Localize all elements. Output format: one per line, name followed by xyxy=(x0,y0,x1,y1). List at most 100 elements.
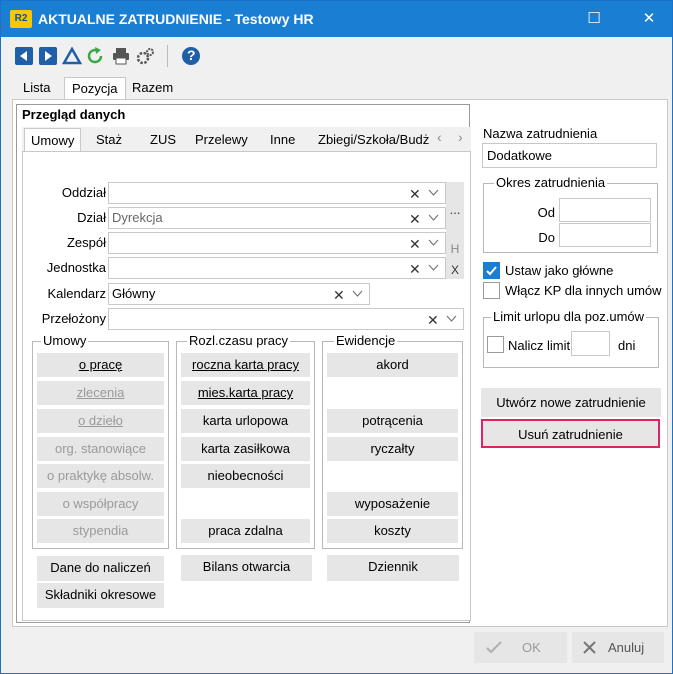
button-label: nieobecności xyxy=(207,468,284,483)
ok-button[interactable]: OK xyxy=(474,632,567,663)
ryczalty-button[interactable]: ryczałty xyxy=(327,437,458,461)
print-icon[interactable] xyxy=(111,46,131,66)
chevron-down-icon[interactable] xyxy=(428,212,439,223)
subtab-przelewy[interactable]: Przelewy xyxy=(189,128,254,151)
umowa-o-prace-button[interactable]: o pracę xyxy=(37,353,164,377)
button-label: koszty xyxy=(374,523,411,538)
usun-zatrudnienie-button[interactable]: Usuń zatrudnienie xyxy=(481,419,660,448)
skladniki-okresowe-button[interactable]: Składniki okresowe xyxy=(37,583,164,608)
subtab-zbiegi[interactable]: Zbiegi/Szkoła/Budż xyxy=(312,128,435,151)
kalendarz-combo[interactable]: Główny ✕ xyxy=(108,283,370,305)
potracenia-button[interactable]: potrącenia xyxy=(327,409,458,433)
dzial-combo[interactable]: Dyrekcja ✕ xyxy=(108,207,446,229)
arrow-right-icon[interactable] xyxy=(38,46,58,66)
triangle-icon[interactable] xyxy=(62,46,82,66)
ok-label: OK xyxy=(522,640,541,655)
od-date-input[interactable] xyxy=(559,198,651,222)
chevron-down-icon[interactable] xyxy=(428,262,439,273)
subtab-inne[interactable]: Inne xyxy=(264,128,301,151)
help-icon[interactable]: ? xyxy=(181,46,201,66)
karta-urlopowa-button[interactable]: karta urlopowa xyxy=(181,409,310,433)
button-label: zlecenia xyxy=(76,385,125,400)
dziennik-button[interactable]: Dziennik xyxy=(327,555,459,581)
close-button[interactable]: ✕ xyxy=(626,1,672,37)
tabs-scroll-right-icon[interactable]: › xyxy=(458,129,463,145)
ewidencje-group-title: Ewidencje xyxy=(334,333,398,348)
tab-pozycja[interactable]: Pozycja xyxy=(64,77,126,99)
ustaw-glowne-checkbox[interactable] xyxy=(483,262,500,279)
checkmark-icon xyxy=(486,266,497,276)
dane-do-naliczen-button[interactable]: Dane do naliczeń xyxy=(37,556,164,581)
button-label: ryczałty xyxy=(370,441,415,456)
nazwa-zatrudnienia-label: Nazwa zatrudnienia xyxy=(483,126,598,141)
anuluj-button[interactable]: Anuluj xyxy=(572,632,664,663)
clear-icon[interactable]: ✕ xyxy=(409,259,421,279)
window-title: AKTUALNE ZATRUDNIENIE - Testowy HR xyxy=(38,11,314,27)
limit-days-input[interactable] xyxy=(571,331,610,356)
rozl-group-title: Rozl.czasu pracy xyxy=(187,333,290,348)
bilans-otwarcia-button[interactable]: Bilans otwarcia xyxy=(181,555,312,581)
clear-icon[interactable]: ✕ xyxy=(409,184,421,204)
mies-karta-button[interactable]: mies.karta pracy xyxy=(181,381,310,405)
dzial-value: Dyrekcja xyxy=(112,210,163,225)
oddzial-combo[interactable]: ✕ xyxy=(108,182,446,204)
clear-icon[interactable]: ✕ xyxy=(427,310,439,330)
chevron-down-icon[interactable] xyxy=(428,187,439,198)
title-bar[interactable]: R2 AKTUALNE ZATRUDNIENIE - Testowy HR ☐ … xyxy=(1,1,672,37)
dialog-window: R2 AKTUALNE ZATRUDNIENIE - Testowy HR ☐ … xyxy=(0,0,673,674)
clear-icon[interactable]: ✕ xyxy=(409,209,421,229)
refresh-icon[interactable] xyxy=(85,46,105,66)
do-date-input[interactable] xyxy=(559,223,651,247)
nalicz-limit-checkbox[interactable] xyxy=(487,336,504,353)
karta-zasilkowa-button[interactable]: karta zasiłkowa xyxy=(181,437,310,461)
subtab-umowy[interactable]: Umowy xyxy=(24,128,82,151)
button-label: roczna karta pracy xyxy=(192,357,299,372)
subtab-zus[interactable]: ZUS xyxy=(144,128,182,151)
wlacz-kp-label: Włącz KP dla innych umów xyxy=(505,283,662,298)
chevron-down-icon[interactable] xyxy=(446,313,457,324)
tab-razem[interactable]: Razem xyxy=(125,77,180,99)
praca-zdalna-button[interactable]: praca zdalna xyxy=(181,519,310,543)
tabs-scroll-left-icon[interactable]: ‹ xyxy=(437,129,442,145)
jednostka-combo[interactable]: ✕ xyxy=(108,257,446,279)
limit-group-title: Limit urlopu dla poz.umów xyxy=(491,309,647,324)
umowa-org-stanowiace-button[interactable]: org. stanowiące xyxy=(37,437,164,461)
od-label: Od xyxy=(537,205,555,220)
arrow-left-icon[interactable] xyxy=(14,46,34,66)
umowa-o-dzielo-button[interactable]: o dzieło xyxy=(37,409,164,433)
button-label: mies.karta pracy xyxy=(197,385,294,400)
button-label: o dzieło xyxy=(78,413,123,428)
umowa-o-wspolprace-button[interactable]: o współpracy xyxy=(37,492,164,516)
oddzial-label: Oddział xyxy=(61,185,106,200)
chevron-down-icon[interactable] xyxy=(428,237,439,248)
koszty-button[interactable]: koszty xyxy=(327,519,458,543)
anuluj-label: Anuluj xyxy=(608,640,645,655)
wlacz-kp-checkbox[interactable] xyxy=(483,282,500,299)
stypendia-button[interactable]: stypendia xyxy=(37,519,164,543)
h-button[interactable]: H xyxy=(447,242,463,256)
umowa-o-praktyke-button[interactable]: o praktykę absolw. xyxy=(37,464,164,488)
clear-icon[interactable]: ✕ xyxy=(409,234,421,254)
subtab-staz[interactable]: Staż xyxy=(90,128,128,151)
more-button[interactable]: ... xyxy=(447,202,463,217)
x-button[interactable]: X xyxy=(447,263,463,277)
nieobecnosci-button[interactable]: nieobecności xyxy=(181,464,310,488)
chevron-down-icon[interactable] xyxy=(352,288,363,299)
tab-lista[interactable]: Lista xyxy=(16,77,57,99)
button-label: akord xyxy=(376,357,409,372)
akord-button[interactable]: akord xyxy=(327,353,458,377)
nazwa-zatrudnienia-input[interactable]: Dodatkowe xyxy=(482,143,657,168)
przelozony-combo[interactable]: ✕ xyxy=(108,308,464,330)
button-label: o praktykę absolw. xyxy=(47,468,154,483)
nalicz-limit-label: Nalicz limit xyxy=(508,338,571,353)
maximize-button[interactable]: ☐ xyxy=(571,1,617,37)
umowa-zlecenia-button[interactable]: zlecenia xyxy=(37,381,164,405)
zespol-combo[interactable]: ✕ xyxy=(108,232,446,254)
clear-icon[interactable]: ✕ xyxy=(333,285,345,305)
wyposazenie-button[interactable]: wyposażenie xyxy=(327,492,458,516)
settings-icon[interactable] xyxy=(135,46,155,66)
kalendarz-label: Kalendarz xyxy=(47,286,106,301)
utworz-zatrudnienie-button[interactable]: Utwórz nowe zatrudnienie xyxy=(481,388,661,417)
button-label: org. stanowiące xyxy=(54,441,147,456)
roczna-karta-button[interactable]: roczna karta pracy xyxy=(181,353,310,377)
